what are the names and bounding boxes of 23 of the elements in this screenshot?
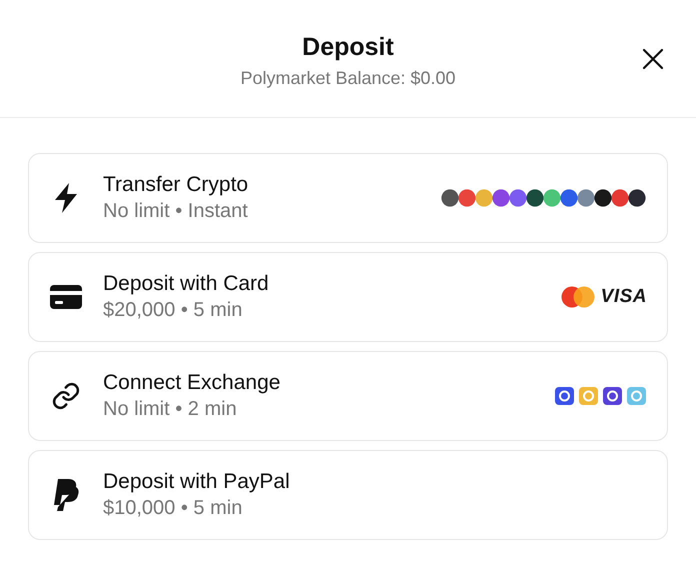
deposit-method-card[interactable]: Connect Exchange No limit • 2 min (28, 351, 668, 441)
method-detail: No limit • 2 min (103, 398, 238, 421)
lightning-icon (53, 182, 79, 214)
close-button[interactable] (640, 46, 666, 72)
method-detail: $10,000 • 5 min (103, 497, 244, 520)
paypal-icon (52, 478, 80, 512)
method-title: Connect Exchange (103, 371, 282, 395)
mastercard-icon (560, 286, 595, 308)
method-detail: No limit • Instant (103, 200, 249, 223)
balance-text: Polymarket Balance: $0.00 (240, 68, 456, 88)
credit-card-icon (49, 284, 83, 310)
method-title: Transfer Crypto (103, 173, 250, 197)
exchange-logos-icon (555, 386, 647, 406)
method-title: Deposit with PayPal (103, 470, 291, 494)
link-icon (51, 381, 81, 411)
deposit-method-card[interactable]: Deposit with PayPal $10,000 • 5 min (28, 450, 668, 540)
method-title: Deposit with Card (103, 272, 270, 296)
method-detail: $20,000 • 5 min (103, 299, 244, 322)
deposit-method-card[interactable]: Transfer Crypto No limit • Instant (28, 153, 668, 243)
visa-logo: VISA (600, 286, 647, 308)
crypto-coins-icon (441, 189, 647, 207)
dialog-title: Deposit (302, 32, 394, 62)
deposit-method-card[interactable]: Deposit with Card $20,000 • 5 min VISA (28, 252, 668, 342)
